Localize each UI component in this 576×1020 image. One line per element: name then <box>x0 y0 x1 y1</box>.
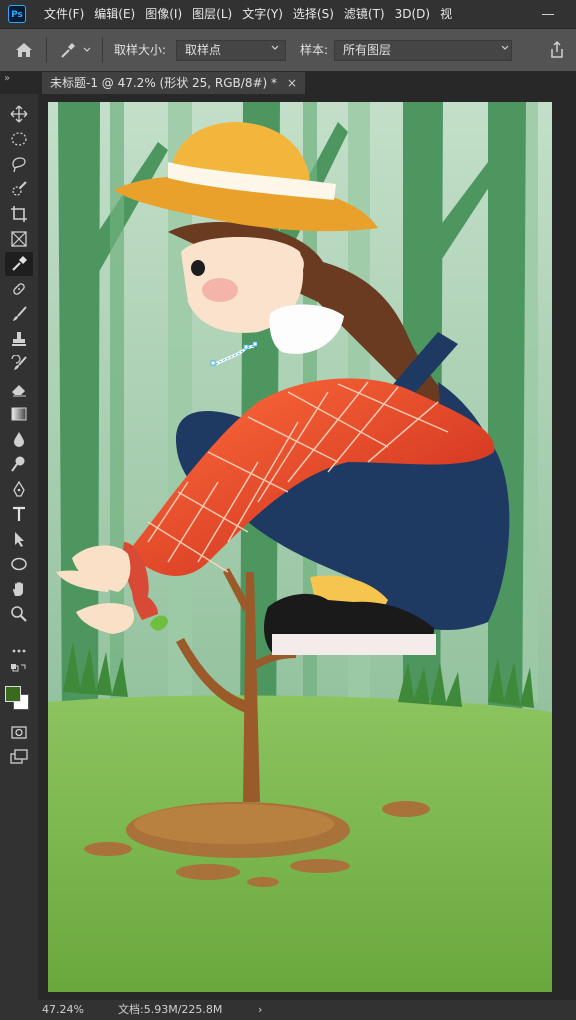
dodge-icon <box>11 456 25 472</box>
eraser-tool[interactable] <box>5 377 33 401</box>
move-icon <box>10 105 28 123</box>
move-tool[interactable] <box>5 102 33 126</box>
sample-size-label: 取样大小: <box>114 43 167 57</box>
chevron-down-icon <box>501 45 509 50</box>
stamp-tool[interactable] <box>5 327 33 351</box>
quick-mask-icon <box>11 726 27 739</box>
zoom-tool[interactable] <box>5 602 33 626</box>
type-icon <box>13 506 25 521</box>
share-button[interactable] <box>546 39 568 61</box>
menu-filter[interactable]: 滤镜(T) <box>344 0 385 28</box>
sample-value: 所有图层 <box>343 43 392 57</box>
pen-tool[interactable] <box>5 477 33 501</box>
options-divider <box>102 37 103 63</box>
document-tab[interactable]: 未标题-1 @ 47.2% (形状 25, RGB/8#) * × <box>42 72 306 94</box>
eyedropper-icon <box>12 256 27 271</box>
hand-tool[interactable] <box>5 577 33 601</box>
eyedropper-icon <box>61 43 91 58</box>
close-tab-icon[interactable]: × <box>287 72 297 94</box>
eyedropper-tool[interactable] <box>5 252 33 276</box>
menu-view[interactable]: 视 <box>440 0 452 28</box>
document-tab-strip: » 未标题-1 @ 47.2% (形状 25, RGB/8#) * × <box>0 72 576 94</box>
options-divider <box>46 37 47 63</box>
path-select-icon <box>15 532 24 547</box>
healing-tool[interactable] <box>5 277 33 301</box>
swap-colors-icon <box>11 664 26 672</box>
options-bar: 取样大小: 取样点 样本: 所有图层 <box>0 28 576 72</box>
menu-3d[interactable]: 3D(D) <box>395 0 430 28</box>
document-tab-title: 未标题-1 @ 47.2% (形状 25, RGB/8#) * <box>50 76 278 90</box>
marquee-icon <box>11 132 27 146</box>
sample-select[interactable]: 所有图层 <box>334 40 512 61</box>
frame-tool[interactable] <box>5 227 33 251</box>
hand-icon <box>13 582 23 596</box>
zoom-icon <box>11 606 27 622</box>
photoshop-logo[interactable]: Ps <box>8 5 26 23</box>
history-brush-icon <box>11 355 27 370</box>
blur-tool[interactable] <box>5 427 33 451</box>
healing-icon <box>13 283 25 295</box>
tool-preset-picker[interactable] <box>56 38 96 62</box>
screen-mode-button[interactable] <box>5 745 33 769</box>
pen-icon <box>13 480 25 497</box>
zoom-level[interactable]: 47.24% <box>42 1000 84 1020</box>
lasso-icon <box>12 157 26 173</box>
type-tool[interactable] <box>5 502 33 526</box>
shape-icon <box>11 557 27 571</box>
sample-label: 样本: <box>300 43 329 57</box>
eraser-icon <box>12 385 26 397</box>
gradient-icon <box>11 407 27 421</box>
blur-icon <box>14 432 24 447</box>
frame-icon <box>11 231 27 247</box>
screen-mode-icon <box>10 749 28 764</box>
sample-size-select[interactable]: 取样点 <box>176 40 286 61</box>
dodge-tool[interactable] <box>5 452 33 476</box>
status-menu-arrow[interactable]: › <box>258 1000 262 1020</box>
menu-items: 文件(F) 编辑(E) 图像(I) 图层(L) 文字(Y) 选择(S) 滤镜(T… <box>44 0 462 28</box>
crop-tool[interactable] <box>5 202 33 226</box>
quick-mask-button[interactable] <box>5 720 33 744</box>
more-tools-icon <box>12 649 26 653</box>
sample-size-value: 取样点 <box>185 43 222 57</box>
share-icon <box>551 40 563 58</box>
artwork-illustration <box>48 102 552 992</box>
lasso-tool[interactable] <box>5 152 33 176</box>
gradient-tool[interactable] <box>5 402 33 426</box>
menu-bar: Ps 文件(F) 编辑(E) 图像(I) 图层(L) 文字(Y) 选择(S) 滤… <box>0 0 576 28</box>
brush-tool[interactable] <box>5 302 33 326</box>
menu-file[interactable]: 文件(F) <box>44 0 84 28</box>
quick-select-icon <box>12 181 27 196</box>
menu-type[interactable]: 文字(Y) <box>242 0 283 28</box>
collapse-panel-icon[interactable]: » <box>4 72 10 86</box>
history-brush-tool[interactable] <box>5 352 33 376</box>
menu-image[interactable]: 图像(I) <box>145 0 182 28</box>
path-select-tool[interactable] <box>5 527 33 551</box>
quick-select-tool[interactable] <box>5 177 33 201</box>
home-button[interactable] <box>10 38 38 62</box>
more-tools-button[interactable] <box>5 639 33 663</box>
stamp-icon <box>12 332 26 346</box>
marquee-tool[interactable] <box>5 127 33 151</box>
brush-icon <box>13 306 27 321</box>
menu-layer[interactable]: 图层(L) <box>192 0 232 28</box>
home-icon <box>16 43 32 57</box>
menu-edit[interactable]: 编辑(E) <box>94 0 135 28</box>
crop-icon <box>11 206 27 222</box>
foreground-color-swatch[interactable] <box>5 686 21 702</box>
document-workspace[interactable] <box>38 94 576 1000</box>
shape-tool[interactable] <box>5 552 33 576</box>
chevron-down-icon <box>271 45 279 50</box>
document-canvas[interactable] <box>48 102 552 992</box>
swap-colors-button[interactable] <box>5 662 33 676</box>
status-bar: 47.24% 文档:5.93M/225.8M › <box>0 1000 576 1020</box>
menu-select[interactable]: 选择(S) <box>293 0 334 28</box>
document-size: 文档:5.93M/225.8M <box>118 1003 223 1016</box>
tools-panel <box>0 94 38 1000</box>
minimize-button[interactable] <box>538 4 558 24</box>
